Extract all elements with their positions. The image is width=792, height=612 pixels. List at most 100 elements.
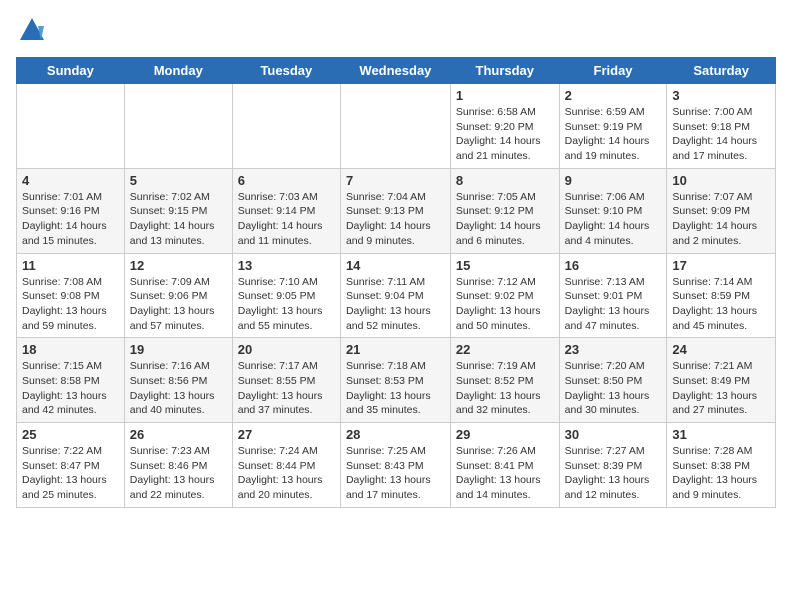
day-info: Sunrise: 7:20 AM Sunset: 8:50 PM Dayligh…	[565, 359, 662, 418]
logo-icon	[18, 16, 46, 44]
calendar-day: 1 Sunrise: 6:58 AM Sunset: 9:20 PM Daylig…	[450, 84, 559, 169]
day-number: 9	[565, 173, 662, 188]
calendar-day: 27Sunrise: 7:24 AM Sunset: 8:44 PM Dayli…	[232, 423, 340, 508]
calendar-body: 1 Sunrise: 6:58 AM Sunset: 9:20 PM Daylig…	[17, 84, 776, 508]
calendar-day: 26Sunrise: 7:23 AM Sunset: 8:46 PM Dayli…	[124, 423, 232, 508]
day-info: Sunrise: 7:14 AM Sunset: 8:59 PM Dayligh…	[672, 275, 770, 334]
calendar-day: 5Sunrise: 7:02 AM Sunset: 9:15 PM Daylig…	[124, 168, 232, 253]
day-number: 19	[130, 342, 227, 357]
day-number: 6	[238, 173, 335, 188]
calendar-day: 9 Sunrise: 7:06 AM Sunset: 9:10 PM Daylig…	[559, 168, 667, 253]
day-number: 5	[130, 173, 227, 188]
day-number: 31	[672, 427, 770, 442]
day-header: Sunday	[17, 58, 125, 84]
calendar-table: SundayMondayTuesdayWednesdayThursdayFrid…	[16, 57, 776, 508]
calendar-day: 16 Sunrise: 7:13 AM Sunset: 9:01 PM Dayli…	[559, 253, 667, 338]
day-number: 8	[456, 173, 554, 188]
calendar-day	[340, 84, 450, 169]
day-number: 23	[565, 342, 662, 357]
header	[16, 16, 776, 49]
day-info: Sunrise: 7:11 AM Sunset: 9:04 PM Dayligh…	[346, 275, 445, 334]
calendar-day: 12 Sunrise: 7:09 AM Sunset: 9:06 PM Dayli…	[124, 253, 232, 338]
calendar-day: 20 Sunrise: 7:17 AM Sunset: 8:55 PM Dayli…	[232, 338, 340, 423]
calendar-day: 11 Sunrise: 7:08 AM Sunset: 9:08 PM Dayli…	[17, 253, 125, 338]
calendar-header: SundayMondayTuesdayWednesdayThursdayFrid…	[17, 58, 776, 84]
logo	[16, 16, 46, 49]
day-info: Sunrise: 7:05 AM Sunset: 9:12 PM Dayligh…	[456, 190, 554, 249]
day-number: 10	[672, 173, 770, 188]
day-number: 4	[22, 173, 119, 188]
calendar-day	[232, 84, 340, 169]
day-info: Sunrise: 6:58 AM Sunset: 9:20 PM Dayligh…	[456, 105, 554, 164]
day-info: Sunrise: 7:17 AM Sunset: 8:55 PM Dayligh…	[238, 359, 335, 418]
calendar-day: 7Sunrise: 7:04 AM Sunset: 9:13 PM Daylig…	[340, 168, 450, 253]
day-number: 3	[672, 88, 770, 103]
day-header: Thursday	[450, 58, 559, 84]
day-info: Sunrise: 7:04 AM Sunset: 9:13 PM Dayligh…	[346, 190, 445, 249]
day-number: 21	[346, 342, 445, 357]
calendar-day: 18 Sunrise: 7:15 AM Sunset: 8:58 PM Dayli…	[17, 338, 125, 423]
day-number: 11	[22, 258, 119, 273]
calendar-week: 11 Sunrise: 7:08 AM Sunset: 9:08 PM Dayli…	[17, 253, 776, 338]
day-number: 30	[565, 427, 662, 442]
day-info: Sunrise: 7:22 AM Sunset: 8:47 PM Dayligh…	[22, 444, 119, 503]
day-number: 14	[346, 258, 445, 273]
day-info: Sunrise: 7:18 AM Sunset: 8:53 PM Dayligh…	[346, 359, 445, 418]
calendar-day	[124, 84, 232, 169]
calendar-day: 4 Sunrise: 7:01 AM Sunset: 9:16 PM Daylig…	[17, 168, 125, 253]
day-info: Sunrise: 7:12 AM Sunset: 9:02 PM Dayligh…	[456, 275, 554, 334]
day-info: Sunrise: 7:28 AM Sunset: 8:38 PM Dayligh…	[672, 444, 770, 503]
day-info: Sunrise: 7:25 AM Sunset: 8:43 PM Dayligh…	[346, 444, 445, 503]
calendar-day: 22 Sunrise: 7:19 AM Sunset: 8:52 PM Dayli…	[450, 338, 559, 423]
day-info: Sunrise: 7:06 AM Sunset: 9:10 PM Dayligh…	[565, 190, 662, 249]
calendar-day: 2 Sunrise: 6:59 AM Sunset: 9:19 PM Daylig…	[559, 84, 667, 169]
day-info: Sunrise: 7:10 AM Sunset: 9:05 PM Dayligh…	[238, 275, 335, 334]
day-info: Sunrise: 7:09 AM Sunset: 9:06 PM Dayligh…	[130, 275, 227, 334]
day-number: 18	[22, 342, 119, 357]
day-header: Monday	[124, 58, 232, 84]
day-number: 12	[130, 258, 227, 273]
day-info: Sunrise: 7:03 AM Sunset: 9:14 PM Dayligh…	[238, 190, 335, 249]
calendar-week: 1 Sunrise: 6:58 AM Sunset: 9:20 PM Daylig…	[17, 84, 776, 169]
calendar-day: 31 Sunrise: 7:28 AM Sunset: 8:38 PM Dayli…	[667, 423, 776, 508]
day-number: 29	[456, 427, 554, 442]
day-number: 20	[238, 342, 335, 357]
day-info: Sunrise: 7:01 AM Sunset: 9:16 PM Dayligh…	[22, 190, 119, 249]
day-number: 2	[565, 88, 662, 103]
calendar-day: 25 Sunrise: 7:22 AM Sunset: 8:47 PM Dayli…	[17, 423, 125, 508]
calendar-day: 23 Sunrise: 7:20 AM Sunset: 8:50 PM Dayli…	[559, 338, 667, 423]
day-info: Sunrise: 7:08 AM Sunset: 9:08 PM Dayligh…	[22, 275, 119, 334]
calendar-day: 6 Sunrise: 7:03 AM Sunset: 9:14 PM Daylig…	[232, 168, 340, 253]
calendar-week: 18 Sunrise: 7:15 AM Sunset: 8:58 PM Dayli…	[17, 338, 776, 423]
calendar-week: 25 Sunrise: 7:22 AM Sunset: 8:47 PM Dayli…	[17, 423, 776, 508]
calendar-day: 15 Sunrise: 7:12 AM Sunset: 9:02 PM Dayli…	[450, 253, 559, 338]
day-info: Sunrise: 7:16 AM Sunset: 8:56 PM Dayligh…	[130, 359, 227, 418]
day-info: Sunrise: 7:19 AM Sunset: 8:52 PM Dayligh…	[456, 359, 554, 418]
day-number: 16	[565, 258, 662, 273]
calendar-day: 17 Sunrise: 7:14 AM Sunset: 8:59 PM Dayli…	[667, 253, 776, 338]
calendar-day	[17, 84, 125, 169]
day-info: Sunrise: 7:26 AM Sunset: 8:41 PM Dayligh…	[456, 444, 554, 503]
day-header: Saturday	[667, 58, 776, 84]
calendar-week: 4 Sunrise: 7:01 AM Sunset: 9:16 PM Daylig…	[17, 168, 776, 253]
calendar-day: 3 Sunrise: 7:00 AM Sunset: 9:18 PM Daylig…	[667, 84, 776, 169]
day-info: Sunrise: 7:24 AM Sunset: 8:44 PM Dayligh…	[238, 444, 335, 503]
day-info: Sunrise: 6:59 AM Sunset: 9:19 PM Dayligh…	[565, 105, 662, 164]
day-number: 15	[456, 258, 554, 273]
calendar-day: 29 Sunrise: 7:26 AM Sunset: 8:41 PM Dayli…	[450, 423, 559, 508]
day-number: 17	[672, 258, 770, 273]
day-info: Sunrise: 7:07 AM Sunset: 9:09 PM Dayligh…	[672, 190, 770, 249]
day-info: Sunrise: 7:13 AM Sunset: 9:01 PM Dayligh…	[565, 275, 662, 334]
day-number: 26	[130, 427, 227, 442]
day-number: 25	[22, 427, 119, 442]
calendar-day: 13Sunrise: 7:10 AM Sunset: 9:05 PM Dayli…	[232, 253, 340, 338]
day-number: 1	[456, 88, 554, 103]
day-number: 28	[346, 427, 445, 442]
day-header: Tuesday	[232, 58, 340, 84]
day-info: Sunrise: 7:00 AM Sunset: 9:18 PM Dayligh…	[672, 105, 770, 164]
day-number: 22	[456, 342, 554, 357]
calendar-day: 30Sunrise: 7:27 AM Sunset: 8:39 PM Dayli…	[559, 423, 667, 508]
calendar-day: 14 Sunrise: 7:11 AM Sunset: 9:04 PM Dayli…	[340, 253, 450, 338]
day-info: Sunrise: 7:15 AM Sunset: 8:58 PM Dayligh…	[22, 359, 119, 418]
calendar-day: 19 Sunrise: 7:16 AM Sunset: 8:56 PM Dayli…	[124, 338, 232, 423]
